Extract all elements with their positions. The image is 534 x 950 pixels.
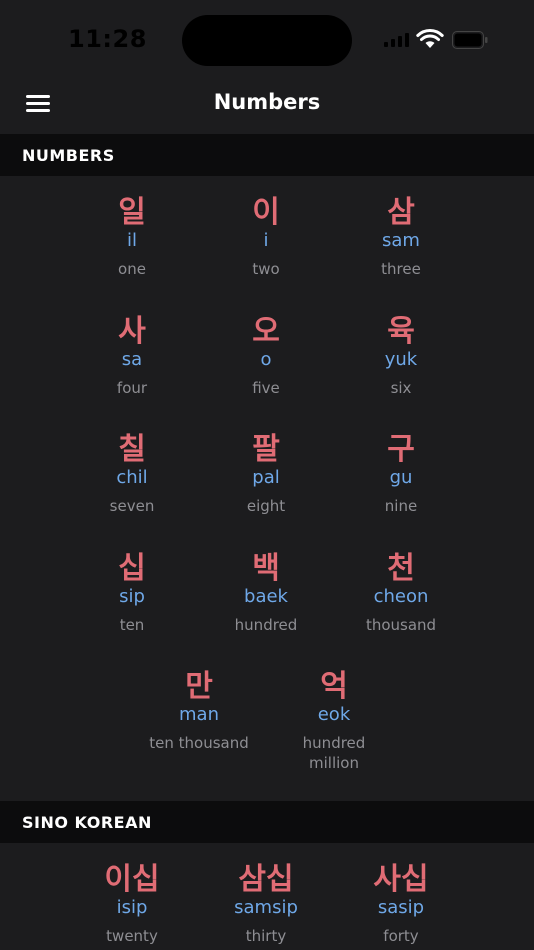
section-header-label: SINO KOREAN [22, 813, 152, 832]
number-card[interactable]: 이십 isip twenty [57, 862, 207, 946]
meaning-text: twenty [106, 927, 158, 945]
meaning-text: forty [383, 927, 419, 945]
meaning-text: eight [246, 497, 286, 515]
meaning-text: hundred [234, 616, 298, 634]
meaning-text: thousand [365, 616, 437, 634]
romanization-text: sip [119, 586, 145, 607]
romanization-text: gu [389, 467, 413, 488]
section-header-label: NUMBERS [22, 146, 115, 165]
hangul-text: 이십 [104, 862, 160, 897]
meaning-text: thirty [245, 927, 287, 945]
number-card[interactable]: 삼 sam three [326, 195, 476, 279]
hangul-text: 사 [118, 314, 146, 349]
romanization-text: cheon [373, 586, 429, 607]
romanization-text: yuk [384, 349, 418, 370]
section-header-sino-korean: SINO KOREAN [0, 801, 534, 843]
hangul-text: 삼십 [238, 862, 294, 897]
number-card[interactable]: 칠 chil seven [57, 432, 207, 516]
hangul-text: 십 [118, 551, 146, 586]
hangul-text: 육 [387, 314, 415, 349]
romanization-text: sam [382, 230, 420, 251]
meaning-text: hundred million [302, 734, 366, 772]
number-card[interactable]: 구 gu nine [326, 432, 476, 516]
hangul-text: 이 [252, 195, 280, 230]
nav-bar: Numbers [0, 80, 534, 134]
hangul-text: 팔 [252, 432, 280, 467]
number-card[interactable]: 사십 sasip forty [326, 862, 476, 946]
page-title: Numbers [213, 90, 321, 114]
status-bar: 11:28 [0, 0, 534, 80]
romanization-text: isip [116, 897, 148, 918]
meaning-text: six [390, 379, 412, 397]
number-card[interactable]: 백 baek hundred [191, 551, 341, 635]
number-card[interactable]: 삼십 samsip thirty [191, 862, 341, 946]
hangul-text: 백 [252, 551, 280, 586]
hangul-text: 만 [185, 669, 213, 704]
number-card[interactable]: 이 i two [191, 195, 341, 279]
meaning-text: ten thousand [149, 734, 249, 752]
romanization-text: i [263, 230, 269, 251]
number-card[interactable]: 만 man ten thousand [124, 669, 274, 753]
romanization-text: eok [317, 704, 351, 725]
romanization-text: sa [121, 349, 143, 370]
number-card[interactable]: 팔 pal eight [191, 432, 341, 516]
number-card[interactable]: 억 eok hundred million [259, 669, 409, 773]
hangul-text: 억 [320, 669, 348, 704]
number-card[interactable]: 십 sip ten [57, 551, 207, 635]
screen: 11:28 Numbers NUMBERS 일 il one 이 i two 삼… [0, 0, 534, 950]
meaning-text: seven [109, 497, 155, 515]
hangul-text: 사십 [373, 862, 429, 897]
battery-icon [452, 31, 488, 49]
number-card[interactable]: 오 o five [191, 314, 341, 398]
romanization-text: chil [116, 467, 148, 488]
wifi-icon [416, 29, 444, 48]
romanization-text: sasip [377, 897, 425, 918]
romanization-text: pal [252, 467, 280, 488]
section-header-numbers: NUMBERS [0, 134, 534, 176]
status-time: 11:28 [68, 25, 147, 53]
romanization-text: man [179, 704, 219, 725]
cellular-signal-icon [384, 33, 410, 47]
romanization-text: baek [244, 586, 288, 607]
romanization-text: samsip [234, 897, 298, 918]
hangul-text: 일 [118, 195, 146, 230]
meaning-text: nine [384, 497, 418, 515]
hangul-text: 삼 [387, 195, 415, 230]
dynamic-island [182, 15, 352, 66]
meaning-text: two [252, 260, 280, 278]
hangul-text: 오 [252, 314, 280, 349]
meaning-text: one [118, 260, 146, 278]
meaning-text: five [252, 379, 280, 397]
hangul-text: 천 [387, 551, 415, 586]
romanization-text: il [126, 230, 137, 251]
meaning-text: four [116, 379, 148, 397]
meaning-text: ten [119, 616, 145, 634]
romanization-text: o [260, 349, 272, 370]
hangul-text: 구 [387, 432, 415, 467]
number-card[interactable]: 일 il one [57, 195, 207, 279]
meaning-text: three [381, 260, 421, 278]
hangul-text: 칠 [118, 432, 146, 467]
number-card[interactable]: 천 cheon thousand [326, 551, 476, 635]
number-card[interactable]: 육 yuk six [326, 314, 476, 398]
number-card[interactable]: 사 sa four [57, 314, 207, 398]
